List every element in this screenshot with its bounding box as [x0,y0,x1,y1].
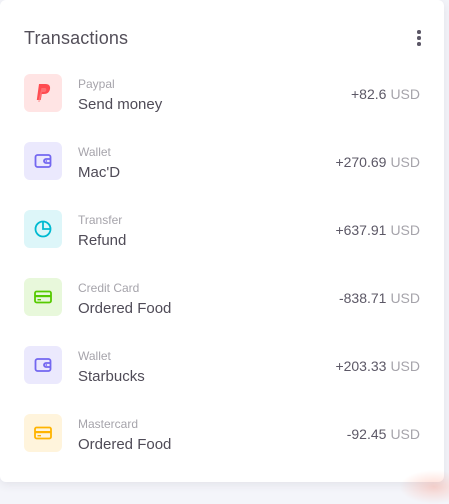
transaction-row[interactable]: Transfer Refund +637.91USD [24,210,420,278]
transaction-row[interactable]: Paypal Send money +82.6USD [24,74,420,142]
amount-value: +203.33 [335,358,386,374]
wallet-icon [33,355,53,375]
paypal-icon [34,83,52,103]
transaction-name: Ordered Food [78,299,171,319]
transaction-amount: +82.6USD [351,85,420,103]
amount-value: -92.45 [347,426,387,442]
transactions-card: Transactions Paypal Send money +82.6USD [0,0,444,482]
transaction-row[interactable]: Wallet Starbucks +203.33USD [24,346,420,414]
dot [417,30,421,34]
amount-currency: USD [390,86,420,102]
pie-chart-icon [33,219,53,239]
mastercard-avatar [24,414,62,452]
card-header: Transactions [24,24,420,52]
transaction-row[interactable]: Credit Card Ordered Food -838.71USD [24,278,420,346]
transaction-name: Refund [78,231,126,251]
credit-card-icon [33,423,53,443]
transaction-source: Transfer [78,212,126,228]
amount-currency: USD [390,290,420,306]
dot [417,42,421,46]
transaction-source: Paypal [78,76,162,92]
transfer-avatar [24,210,62,248]
transaction-name: Mac'D [78,163,120,183]
transaction-amount: -92.45USD [347,425,420,443]
wallet-icon [33,151,53,171]
transaction-row[interactable]: Wallet Mac'D +270.69USD [24,142,420,210]
amount-currency: USD [390,154,420,170]
transaction-source: Wallet [78,144,120,160]
credit-card-icon [33,287,53,307]
amount-currency: USD [390,222,420,238]
dot [417,36,421,40]
transactions-list: Paypal Send money +82.6USD Wallet Mac'D [24,74,420,482]
transaction-row[interactable]: Mastercard Ordered Food -92.45USD [24,414,420,482]
transaction-amount: +203.33USD [335,357,420,375]
transaction-name: Send money [78,95,162,115]
credit-card-avatar [24,278,62,316]
transaction-name: Ordered Food [78,435,171,455]
wallet-avatar [24,346,62,384]
amount-value: +637.91 [335,222,386,238]
wallet-avatar [24,142,62,180]
more-options-button[interactable] [407,26,431,50]
amount-value: +82.6 [351,86,386,102]
transaction-source: Credit Card [78,280,171,296]
transaction-source: Wallet [78,348,145,364]
amount-value: -838.71 [339,290,386,306]
transaction-amount: +637.91USD [335,221,420,239]
amount-currency: USD [390,426,420,442]
transaction-amount: -838.71USD [339,289,420,307]
transaction-name: Starbucks [78,367,145,387]
transaction-amount: +270.69USD [335,153,420,171]
transaction-source: Mastercard [78,416,171,432]
amount-value: +270.69 [335,154,386,170]
background-glow [399,470,449,504]
card-title: Transactions [24,28,128,49]
paypal-avatar [24,74,62,112]
amount-currency: USD [390,358,420,374]
